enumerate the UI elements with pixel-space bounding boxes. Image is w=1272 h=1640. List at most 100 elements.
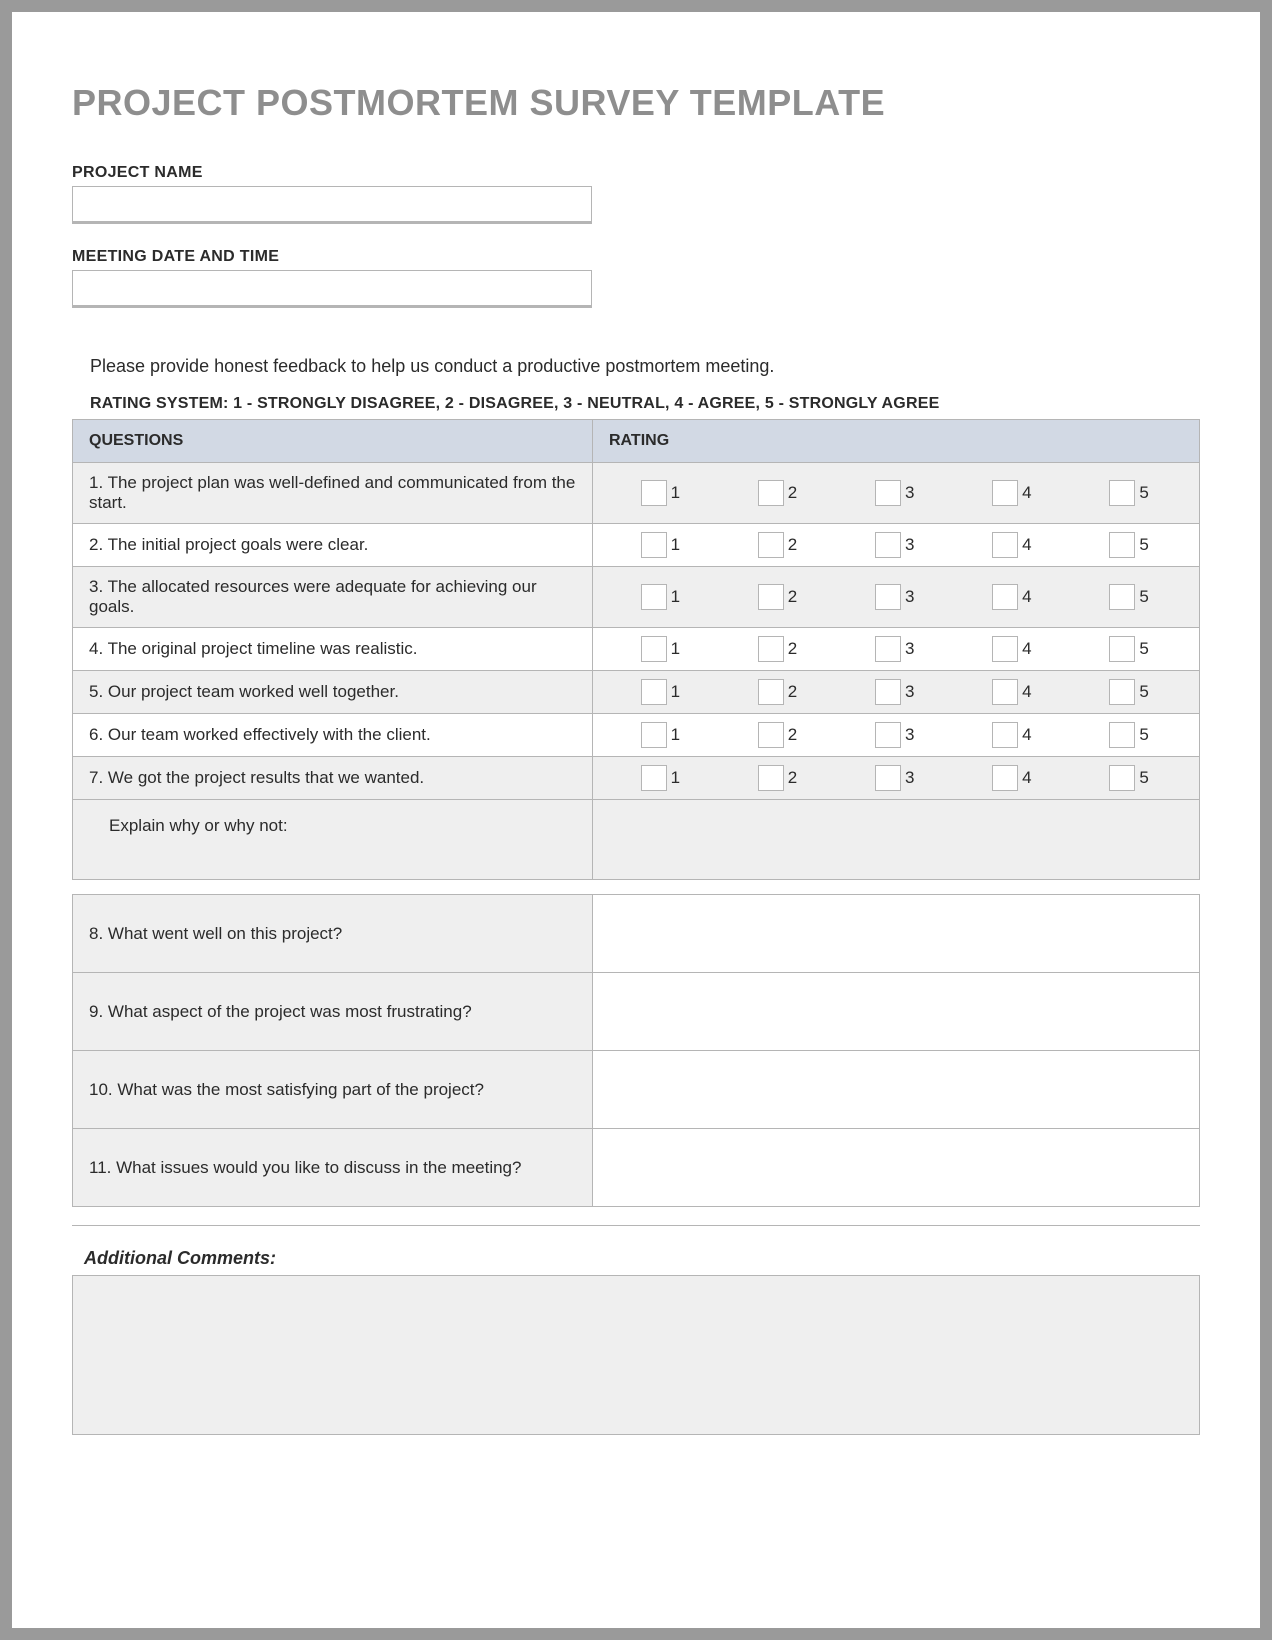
rating-checkbox-4[interactable] [992, 480, 1018, 506]
rating-checkbox-1[interactable] [641, 532, 667, 558]
rating-number: 1 [671, 725, 683, 745]
rating-checkbox-2[interactable] [758, 636, 784, 662]
rating-number: 3 [905, 682, 917, 702]
rating-checkbox-2[interactable] [758, 765, 784, 791]
rating-number: 2 [788, 725, 800, 745]
rating-number: 2 [788, 768, 800, 788]
question-text: 4. The original project timeline was rea… [73, 628, 593, 671]
open-question-text: 8. What went well on this project? [73, 895, 593, 973]
rating-number: 2 [788, 682, 800, 702]
rating-checkbox-5[interactable] [1109, 636, 1135, 662]
rating-number: 3 [905, 725, 917, 745]
table-row: 4. The original project timeline was rea… [73, 628, 1200, 671]
table-row: 2. The initial project goals were clear.… [73, 524, 1200, 567]
rating-number: 4 [1022, 682, 1034, 702]
question-text: 7. We got the project results that we wa… [73, 757, 593, 800]
explain-row: Explain why or why not: [73, 800, 1200, 880]
rating-number: 5 [1139, 587, 1151, 607]
rating-checkbox-1[interactable] [641, 636, 667, 662]
rating-number: 3 [905, 768, 917, 788]
rating-checkbox-5[interactable] [1109, 765, 1135, 791]
project-name-input[interactable] [72, 186, 592, 224]
instructions-text: Please provide honest feedback to help u… [90, 356, 1200, 377]
rating-cell: 12345 [593, 463, 1200, 524]
table-row: 3. The allocated resources were adequate… [73, 567, 1200, 628]
rating-number: 4 [1022, 587, 1034, 607]
question-text: 5. Our project team worked well together… [73, 671, 593, 714]
rating-checkbox-4[interactable] [992, 532, 1018, 558]
open-answer-cell [593, 1129, 1200, 1207]
rating-checkbox-1[interactable] [641, 480, 667, 506]
rating-number: 5 [1139, 535, 1151, 555]
rating-checkbox-5[interactable] [1109, 584, 1135, 610]
rating-checkbox-1[interactable] [641, 584, 667, 610]
rating-cell: 12345 [593, 567, 1200, 628]
rating-number: 3 [905, 639, 917, 659]
rating-cell: 1 2 3 4 5 [593, 757, 1200, 800]
rating-number: 5 [1139, 768, 1151, 788]
rating-number: 5 [1139, 639, 1151, 659]
question-text: 1. The project plan was well-defined and… [73, 463, 593, 524]
rating-checkbox-4[interactable] [992, 679, 1018, 705]
rating-number: 3 [905, 587, 917, 607]
explain-label: Explain why or why not: [73, 800, 593, 880]
rating-number: 1 [671, 768, 683, 788]
rating-checkbox-1[interactable] [641, 679, 667, 705]
open-answer-textarea[interactable] [593, 973, 1199, 1045]
rating-checkbox-5[interactable] [1109, 679, 1135, 705]
rating-number: 5 [1139, 682, 1151, 702]
rating-checkbox-1[interactable] [641, 765, 667, 791]
meeting-datetime-label: MEETING DATE AND TIME [72, 248, 1200, 266]
rating-checkbox-3[interactable] [875, 765, 901, 791]
question-text: 6. Our team worked effectively with the … [73, 714, 593, 757]
rating-checkbox-4[interactable] [992, 765, 1018, 791]
rating-number: 2 [788, 483, 800, 503]
question-text: 2. The initial project goals were clear. [73, 524, 593, 567]
question-text: 3. The allocated resources were adequate… [73, 567, 593, 628]
open-question-text: 11. What issues would you like to discus… [73, 1129, 593, 1207]
rating-checkbox-3[interactable] [875, 722, 901, 748]
survey-table: QUESTIONS RATING 1. The project plan was… [72, 419, 1200, 880]
rating-checkbox-3[interactable] [875, 532, 901, 558]
rating-checkbox-5[interactable] [1109, 722, 1135, 748]
rating-checkbox-4[interactable] [992, 636, 1018, 662]
open-question-text: 9. What aspect of the project was most f… [73, 973, 593, 1051]
rating-checkbox-2[interactable] [758, 584, 784, 610]
rating-checkbox-2[interactable] [758, 722, 784, 748]
rating-number: 5 [1139, 483, 1151, 503]
rating-checkbox-5[interactable] [1109, 532, 1135, 558]
rating-cell: 12345 [593, 671, 1200, 714]
rating-checkbox-3[interactable] [875, 480, 901, 506]
rating-number: 1 [671, 535, 683, 555]
rating-checkbox-1[interactable] [641, 722, 667, 748]
rating-checkbox-4[interactable] [992, 722, 1018, 748]
open-answer-textarea[interactable] [593, 1051, 1199, 1123]
open-answer-textarea[interactable] [593, 1129, 1199, 1201]
table-row: 11. What issues would you like to discus… [73, 1129, 1200, 1207]
rating-number: 4 [1022, 725, 1034, 745]
page-title: PROJECT POSTMORTEM SURVEY TEMPLATE [72, 82, 1200, 124]
open-answer-cell [593, 895, 1200, 973]
explain-answer-cell[interactable] [593, 800, 1200, 880]
comments-textarea[interactable] [72, 1275, 1200, 1435]
open-answer-textarea[interactable] [593, 895, 1199, 967]
rating-checkbox-2[interactable] [758, 480, 784, 506]
header-questions: QUESTIONS [73, 420, 593, 463]
comments-label: Additional Comments: [84, 1248, 1200, 1269]
rating-checkbox-3[interactable] [875, 584, 901, 610]
rating-checkbox-2[interactable] [758, 532, 784, 558]
meeting-datetime-input[interactable] [72, 270, 592, 308]
rating-checkbox-4[interactable] [992, 584, 1018, 610]
rating-cell: 12345 [593, 524, 1200, 567]
rating-number: 4 [1022, 768, 1034, 788]
table-row: 8. What went well on this project? [73, 895, 1200, 973]
rating-checkbox-5[interactable] [1109, 480, 1135, 506]
rating-checkbox-2[interactable] [758, 679, 784, 705]
rating-number: 3 [905, 535, 917, 555]
header-rating: RATING [593, 420, 1200, 463]
rating-legend: RATING SYSTEM: 1 - STRONGLY DISAGREE, 2 … [90, 395, 1200, 413]
table-row: 1. The project plan was well-defined and… [73, 463, 1200, 524]
rating-checkbox-3[interactable] [875, 636, 901, 662]
project-name-label: PROJECT NAME [72, 164, 1200, 182]
rating-checkbox-3[interactable] [875, 679, 901, 705]
